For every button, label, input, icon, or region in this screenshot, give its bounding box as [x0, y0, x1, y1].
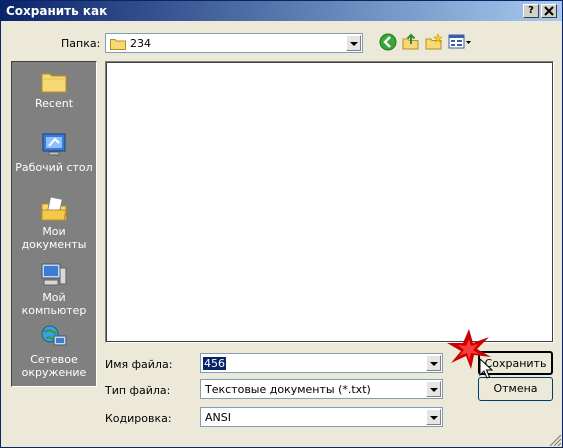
encoding-label: Кодировка: [105, 412, 172, 425]
save-as-dialog: Сохранить как ? Папка: 234 Recent Рабочи… [0, 0, 563, 448]
place-my-computer[interactable]: Мой компьютер [12, 262, 96, 317]
new-folder-icon[interactable] [425, 33, 443, 51]
places-bar: Recent Рабочий стол Мои документы Мой ко… [11, 61, 97, 387]
chevron-down-icon[interactable] [346, 35, 361, 51]
folder-label: Папка: [61, 37, 101, 50]
place-my-documents[interactable]: Мои документы [12, 196, 96, 251]
back-icon[interactable] [379, 33, 397, 51]
desktop-icon [42, 133, 66, 156]
recent-folder-icon [41, 73, 67, 93]
title-bar[interactable]: Сохранить как ? [1, 1, 562, 21]
place-desktop[interactable]: Рабочий стол [12, 132, 96, 174]
filename-value: 456 [203, 357, 226, 370]
close-icon [544, 6, 554, 16]
resize-grip-icon[interactable] [549, 434, 562, 447]
filetype-dropdown[interactable]: Текстовые документы (*.txt) [200, 379, 443, 399]
file-list-view[interactable] [105, 61, 554, 343]
encoding-dropdown[interactable]: ANSI [200, 407, 443, 427]
view-menu-icon[interactable] [448, 33, 472, 51]
help-button[interactable]: ? [523, 4, 539, 18]
place-recent-label: Recent [34, 97, 74, 110]
my-computer-icon [41, 263, 67, 286]
place-recent[interactable]: Recent [12, 68, 96, 110]
chevron-down-icon[interactable] [426, 381, 441, 397]
up-folder-icon[interactable] [402, 33, 420, 51]
place-network[interactable]: Сетевое окружение [12, 324, 96, 379]
chevron-down-icon[interactable] [426, 355, 441, 371]
filetype-label: Тип файла: [105, 384, 171, 397]
filename-label: Имя файла: [105, 358, 173, 371]
place-network-label: Сетевое окружение [21, 353, 87, 379]
mouse-cursor-icon [479, 358, 493, 379]
folder-dropdown[interactable]: 234 [105, 33, 363, 53]
place-my-computer-label: Мой компьютер [21, 291, 87, 317]
place-desktop-label: Рабочий стол [15, 161, 93, 174]
chevron-down-icon[interactable] [426, 409, 441, 425]
window-title: Сохранить как [6, 4, 108, 18]
place-my-documents-label: Мои документы [21, 225, 87, 251]
network-icon [41, 325, 67, 348]
close-button[interactable] [541, 4, 557, 18]
my-documents-icon [41, 196, 67, 221]
folder-icon [110, 39, 126, 50]
filename-input[interactable]: 456 [200, 353, 443, 373]
cancel-button[interactable]: Отмена [478, 377, 553, 401]
encoding-value: ANSI [205, 411, 231, 424]
folder-value: 234 [130, 37, 151, 50]
filetype-value: Текстовые документы (*.txt) [205, 383, 371, 396]
